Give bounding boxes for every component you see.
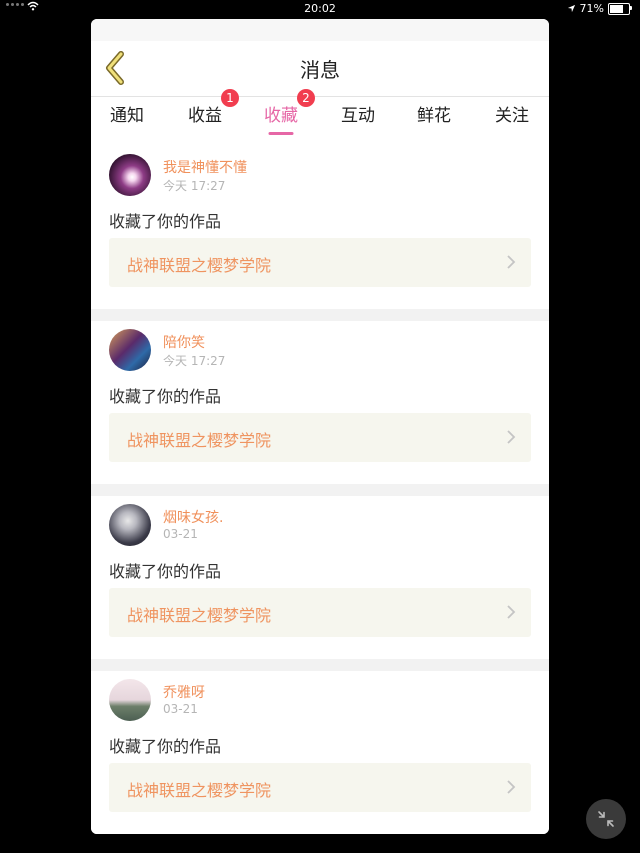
chevron-right-icon (507, 255, 516, 269)
message-time: 今天 17:27 (163, 354, 226, 368)
work-link[interactable]: 战神联盟之樱梦学院 (109, 763, 531, 812)
location-arrow-icon (567, 4, 575, 13)
work-title: 战神联盟之樱梦学院 (127, 431, 272, 450)
avatar[interactable] (109, 329, 151, 371)
tab-notice[interactable]: 通知 (110, 101, 144, 126)
username[interactable]: 烟味女孩. (163, 507, 223, 527)
work-link[interactable]: 战神联盟之樱梦学院 (109, 413, 531, 462)
divider (91, 309, 549, 321)
message-action: 收藏了你的作品 (109, 387, 222, 406)
message-time: 03-21 (163, 702, 198, 716)
battery-icon (608, 2, 632, 15)
tab-follow[interactable]: 关注 (495, 101, 529, 126)
page-title: 消息 (300, 58, 340, 82)
nav-bar: 消息 (91, 41, 549, 97)
tab-bar: 通知 收益 1 收藏 2 互动 鲜花 关注 (91, 89, 549, 135)
username[interactable]: 乔雅呀 (163, 682, 205, 702)
shrink-button[interactable] (586, 799, 626, 839)
tab-income[interactable]: 收益 1 (188, 89, 239, 126)
active-tab-indicator (268, 132, 294, 135)
chevron-right-icon (507, 780, 516, 794)
avatar[interactable] (109, 679, 151, 721)
username[interactable]: 陪你笑 (163, 332, 205, 352)
battery-percent: 71% (579, 2, 604, 15)
divider (91, 484, 549, 496)
message-action: 收藏了你的作品 (109, 562, 222, 581)
work-title: 战神联盟之樱梦学院 (127, 781, 272, 800)
divider (91, 659, 549, 671)
unread-badge: 1 (221, 89, 239, 107)
status-bar: 20:02 71% (0, 0, 640, 18)
chevron-right-icon (507, 605, 516, 619)
list-item: 乔雅呀 03-21 收藏了你的作品 战神联盟之樱梦学院 (91, 671, 549, 834)
status-time: 20:02 (304, 2, 336, 15)
message-list: 我是神懂不懂 今天 17:27 收藏了你的作品 战神联盟之樱梦学院 陪你笑 今天… (91, 146, 549, 834)
tab-flowers[interactable]: 鲜花 (417, 101, 451, 126)
list-item: 陪你笑 今天 17:27 收藏了你的作品 战神联盟之樱梦学院 (91, 321, 549, 484)
avatar[interactable] (109, 154, 151, 196)
message-action: 收藏了你的作品 (109, 212, 222, 231)
message-time: 今天 17:27 (163, 179, 226, 193)
list-item: 我是神懂不懂 今天 17:27 收藏了你的作品 战神联盟之樱梦学院 (91, 146, 549, 309)
work-title: 战神联盟之樱梦学院 (127, 606, 272, 625)
message-time: 03-21 (163, 527, 198, 541)
tab-favorites[interactable]: 收藏 2 (264, 89, 315, 135)
work-title: 战神联盟之樱梦学院 (127, 256, 272, 275)
shrink-icon (598, 811, 614, 827)
tab-interaction[interactable]: 互动 (341, 101, 375, 126)
chevron-right-icon (507, 430, 516, 444)
panel-top-strip (91, 19, 549, 41)
work-link[interactable]: 战神联盟之樱梦学院 (109, 238, 531, 287)
work-link[interactable]: 战神联盟之樱梦学院 (109, 588, 531, 637)
avatar[interactable] (109, 504, 151, 546)
messages-panel: 消息 通知 收益 1 收藏 2 互动 鲜花 关注 我是神懂不懂 今天 17:27 (91, 19, 549, 834)
username[interactable]: 我是神懂不懂 (163, 157, 247, 177)
unread-badge: 2 (297, 89, 315, 107)
list-item: 烟味女孩. 03-21 收藏了你的作品 战神联盟之樱梦学院 (91, 496, 549, 659)
message-action: 收藏了你的作品 (109, 737, 222, 756)
